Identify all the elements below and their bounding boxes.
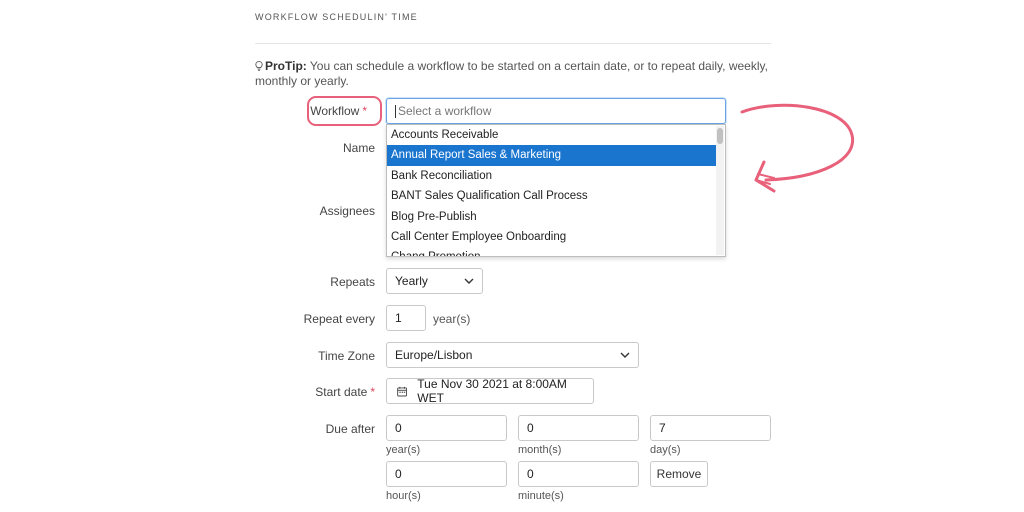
repeats-value: Yearly	[395, 274, 428, 288]
start-date-value: Tue Nov 30 2021 at 8:00AM WET	[417, 377, 567, 405]
repeats-label: Repeats	[330, 275, 375, 289]
due-after-label: Due after	[325, 422, 375, 436]
due-years-label: year(s)	[386, 444, 421, 456]
workflow-label-text: Workflow	[310, 104, 360, 118]
workflow-label: Workflow *	[247, 104, 367, 118]
due-years-input[interactable]: 0	[386, 415, 507, 441]
repeat-every-unit: year(s)	[433, 312, 471, 326]
due-months-input[interactable]: 0	[518, 415, 639, 441]
text-caret	[395, 104, 396, 118]
required-marker: *	[362, 104, 367, 118]
start-date-label: Start date *	[255, 385, 375, 399]
assignees-label: Assignees	[319, 204, 375, 218]
time-zone-select[interactable]: Europe/Lisbon	[386, 342, 639, 368]
due-months-label: month(s)	[518, 444, 562, 456]
annotation-arrow-icon	[740, 103, 855, 193]
due-days-value: 7	[659, 421, 666, 435]
name-label: Name	[342, 141, 375, 155]
section-title: WORKFLOW SCHEDULIN' TIME	[255, 12, 418, 22]
scrollbar-thumb[interactable]	[717, 128, 723, 144]
chevron-down-icon	[464, 278, 474, 284]
workflow-option[interactable]: Blog Pre-Publish	[387, 207, 717, 227]
workflow-placeholder: Select a workflow	[398, 104, 492, 118]
protip: ProTip: You can schedule a workflow to b…	[255, 59, 775, 89]
time-zone-label: Time Zone	[318, 349, 375, 363]
dropdown-scrollbar[interactable]	[716, 126, 724, 255]
due-days-label: day(s)	[650, 444, 681, 456]
due-minutes-value: 0	[527, 467, 534, 481]
workflow-option[interactable]: Accounts Receivable	[387, 125, 717, 145]
repeat-every-value: 1	[395, 311, 402, 325]
workflow-option-highlighted[interactable]: Annual Report Sales & Marketing	[387, 145, 717, 166]
start-date-label-text: Start date	[315, 385, 368, 399]
repeats-select[interactable]: Yearly	[386, 268, 483, 294]
workflow-select-input[interactable]: Select a workflow	[386, 98, 726, 124]
due-months-value: 0	[527, 421, 534, 435]
chevron-down-icon	[620, 352, 630, 358]
protip-text: You can schedule a workflow to be starte…	[255, 59, 768, 88]
time-zone-value: Europe/Lisbon	[395, 348, 473, 362]
due-hours-value: 0	[395, 467, 402, 481]
due-days-input[interactable]: 7	[650, 415, 771, 441]
workflow-option[interactable]: Chang Promotion	[387, 247, 717, 256]
repeat-every-label: Repeat every	[303, 312, 375, 326]
required-marker: *	[370, 385, 375, 399]
workflow-option[interactable]: BANT Sales Qualification Call Process	[387, 186, 717, 206]
workflow-option[interactable]: Call Center Employee Onboarding	[387, 227, 717, 247]
protip-label: ProTip:	[265, 59, 307, 73]
lightbulb-icon	[255, 61, 263, 71]
workflow-dropdown-list[interactable]: Accounts Receivable Annual Report Sales …	[386, 124, 726, 257]
due-minutes-label: minute(s)	[518, 490, 564, 502]
calendar-icon	[397, 386, 408, 396]
due-hours-label: hour(s)	[386, 490, 421, 502]
section-divider	[255, 43, 771, 44]
due-minutes-input[interactable]: 0	[518, 461, 639, 487]
repeat-every-input[interactable]: 1	[386, 305, 426, 331]
start-date-picker[interactable]: Tue Nov 30 2021 at 8:00AM WET	[386, 377, 594, 405]
due-years-value: 0	[395, 421, 402, 435]
remove-button[interactable]: Remove	[650, 461, 708, 487]
workflow-option[interactable]: Bank Reconciliation	[387, 166, 717, 186]
due-hours-input[interactable]: 0	[386, 461, 507, 487]
